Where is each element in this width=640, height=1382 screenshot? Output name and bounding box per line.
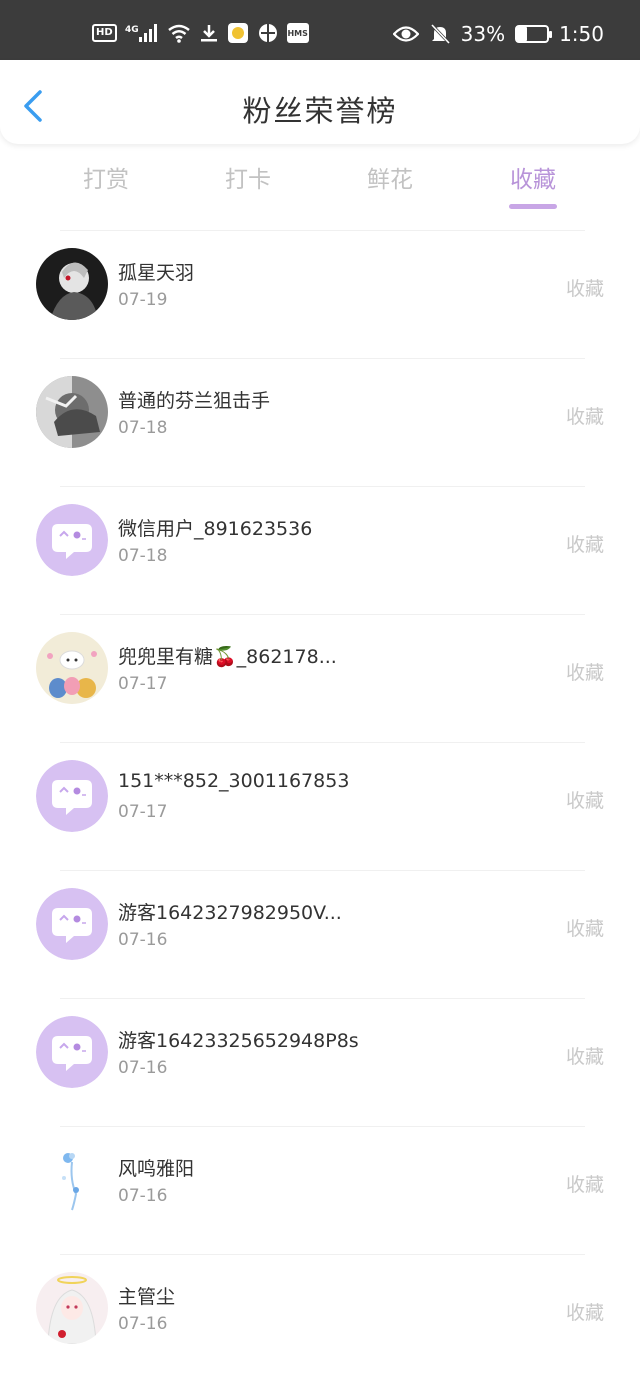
row-divider: [60, 614, 585, 615]
user-name: 兜兜里有糖🍒_862178...: [118, 646, 337, 668]
row-divider: [60, 486, 585, 487]
user-name: 主管尘: [118, 1286, 176, 1308]
active-tab-indicator: [509, 204, 557, 209]
avatar[interactable]: [36, 760, 108, 832]
hd-icon: HD: [92, 24, 117, 42]
battery-icon: [515, 25, 553, 43]
default-chat-avatar-icon: [36, 1016, 108, 1088]
date-label: 07-16: [118, 1314, 168, 1334]
favorite-label: 收藏: [565, 1302, 604, 1324]
tab-bar: 打赏 打卡 鲜花 收藏: [0, 160, 640, 216]
avatar[interactable]: [36, 248, 108, 320]
row-divider: [60, 742, 585, 743]
list-item[interactable]: 游客1642327982950V... 07-16 收藏: [0, 870, 640, 998]
app-notification-icon: [227, 22, 249, 44]
list-item[interactable]: 微信用户_891623536 07-18 收藏: [0, 486, 640, 614]
list-item[interactable]: 兜兜里有糖🍒_862178... 07-17 收藏: [0, 614, 640, 742]
user-name: 风鸣雅阳: [118, 1158, 195, 1180]
status-bar: HD 4G HMS 33% 1:50: [0, 0, 640, 60]
default-chat-avatar-icon: [36, 760, 108, 832]
user-name: 孤星天羽: [118, 262, 195, 284]
status-left-icons: HD 4G HMS: [92, 22, 309, 44]
favorite-label: 收藏: [565, 662, 604, 684]
date-label: 07-19: [118, 290, 168, 310]
avatar[interactable]: [36, 504, 108, 576]
list-item[interactable]: 主管尘 07-16 收藏: [0, 1254, 640, 1382]
avatar[interactable]: [36, 888, 108, 960]
status-right: 33% 1:50: [392, 22, 604, 46]
tab-reward[interactable]: 打赏: [56, 160, 156, 194]
vpn-icon: [257, 22, 279, 44]
list-item[interactable]: 普通的芬兰狙击手 07-18 收藏: [0, 358, 640, 486]
avatar[interactable]: [36, 1144, 108, 1216]
row-divider: [60, 1254, 585, 1255]
favorite-label: 收藏: [565, 534, 604, 556]
avatar[interactable]: [36, 1272, 108, 1344]
favorite-label: 收藏: [565, 1046, 604, 1068]
user-name: 151***852_3001167853: [118, 770, 350, 792]
date-label: 07-17: [118, 802, 168, 822]
favorite-label: 收藏: [565, 278, 604, 300]
nav-header: 粉丝荣誉榜: [0, 60, 640, 144]
date-label: 07-17: [118, 674, 168, 694]
battery-percent: 33%: [460, 22, 506, 46]
default-chat-avatar-icon: [36, 504, 108, 576]
avatar[interactable]: [36, 632, 108, 704]
eye-icon: [392, 24, 419, 44]
avatar[interactable]: [36, 1016, 108, 1088]
list-item[interactable]: 游客16423325652948P8s 07-16 收藏: [0, 998, 640, 1126]
user-name: 游客1642327982950V...: [118, 902, 342, 924]
wifi-icon: [167, 23, 191, 43]
favorite-label: 收藏: [565, 790, 604, 812]
list-item[interactable]: 151***852_3001167853 07-17 收藏: [0, 742, 640, 870]
row-divider: [60, 1126, 585, 1127]
list-item[interactable]: 孤星天羽 07-19 收藏: [0, 230, 640, 358]
fan-list: 孤星天羽 07-19 收藏 普通的芬兰狙击手 07-18 收藏 微信用户_891…: [0, 230, 640, 1382]
svg-text:4G: 4G: [125, 25, 139, 35]
tab-checkin[interactable]: 打卡: [198, 160, 298, 194]
clock-time: 1:50: [559, 22, 604, 46]
favorite-label: 收藏: [565, 1174, 604, 1196]
default-chat-avatar-icon: [36, 888, 108, 960]
date-label: 07-18: [118, 546, 168, 566]
hms-icon: HMS: [286, 23, 309, 43]
user-name: 微信用户_891623536: [118, 518, 313, 540]
favorite-label: 收藏: [565, 918, 604, 940]
date-label: 07-16: [118, 1186, 168, 1206]
bell-muted-icon: [429, 23, 451, 45]
date-label: 07-18: [118, 418, 168, 438]
page-title: 粉丝荣誉榜: [242, 94, 398, 128]
row-divider: [60, 230, 585, 231]
tab-favorites-label: 收藏: [510, 167, 556, 193]
row-divider: [60, 998, 585, 999]
date-label: 07-16: [118, 930, 168, 950]
avatar[interactable]: [36, 376, 108, 448]
tab-favorites[interactable]: 收藏: [483, 160, 583, 209]
favorite-label: 收藏: [565, 406, 604, 428]
user-name: 游客16423325652948P8s: [118, 1030, 359, 1052]
signal-4g-icon: 4G: [125, 23, 159, 43]
date-label: 07-16: [118, 1058, 168, 1078]
row-divider: [60, 358, 585, 359]
list-item[interactable]: 风鸣雅阳 07-16 收藏: [0, 1126, 640, 1254]
user-name: 普通的芬兰狙击手: [118, 390, 271, 412]
download-icon: [199, 23, 219, 43]
tab-flowers[interactable]: 鲜花: [340, 160, 440, 194]
row-divider: [60, 870, 585, 871]
